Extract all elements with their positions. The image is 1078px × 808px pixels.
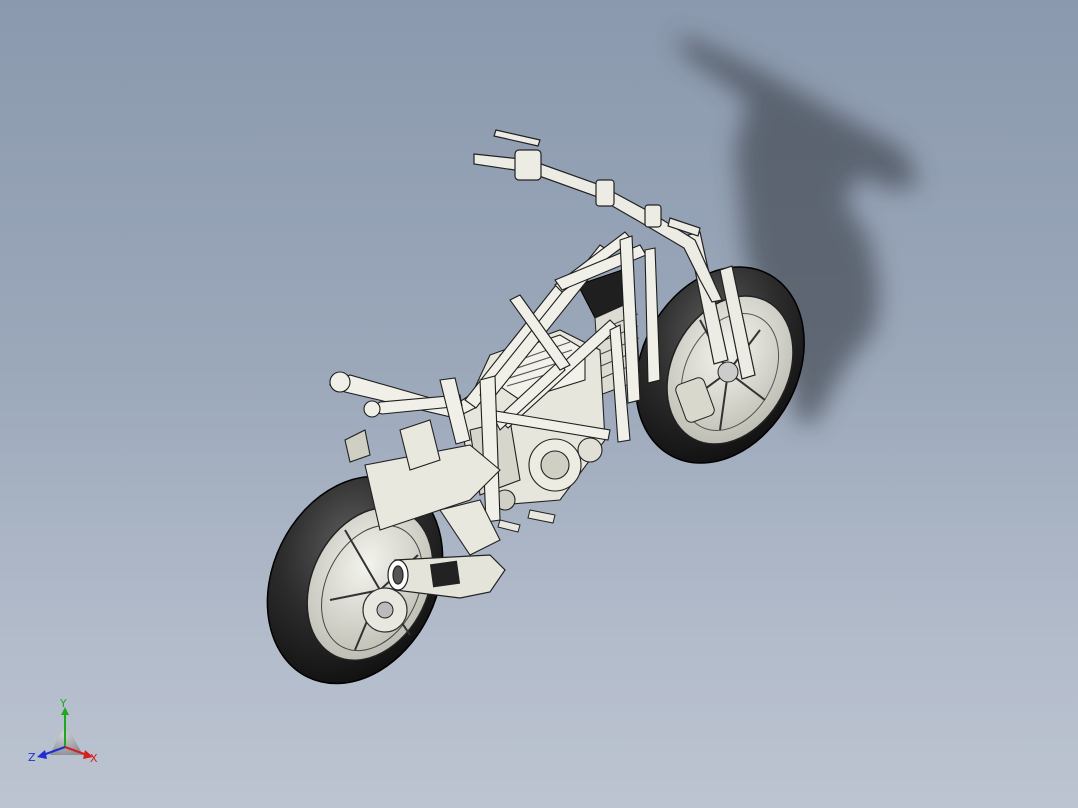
axis-label-y: Y (60, 697, 67, 710)
scene-canvas (266, 35, 920, 685)
handlebar[interactable] (473, 129, 723, 303)
axis-label-z: Z (28, 751, 36, 764)
orientation-triad[interactable]: Y X Z (25, 695, 105, 770)
graphics-viewport[interactable]: Y X Z (0, 0, 1078, 808)
exhaust-muffler[interactable] (387, 554, 506, 599)
axis-label-x: X (90, 752, 98, 765)
foot-peg[interactable] (497, 509, 556, 533)
